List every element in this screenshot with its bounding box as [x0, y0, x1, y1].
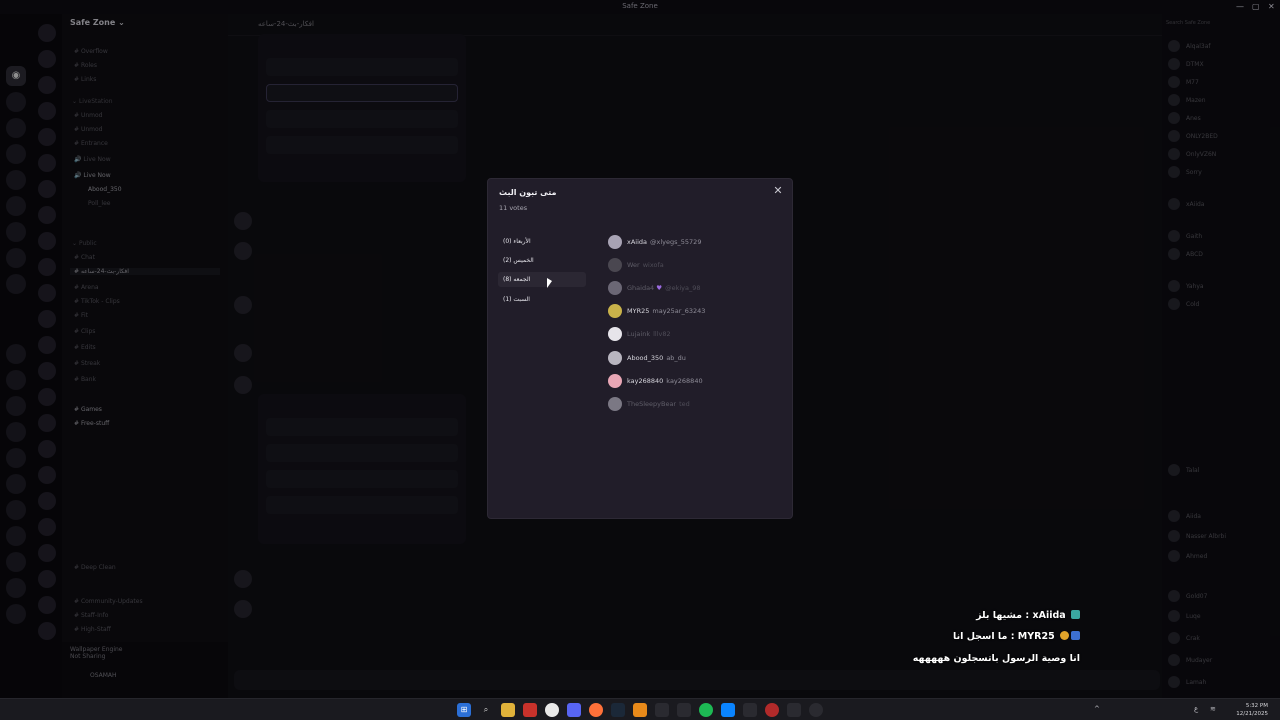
- app-icon[interactable]: [677, 703, 691, 717]
- windows-taskbar: ⊞ ⌕ ^ ع ≋ 5:32 PM 12/21/2025: [0, 698, 1280, 720]
- clock-date: 12/21/2025: [1236, 711, 1268, 717]
- voter-row[interactable]: TheSleepyBear ted: [608, 397, 788, 413]
- heart-icon: ♥: [656, 284, 663, 292]
- badge-icon: [1060, 631, 1069, 640]
- discord-icon[interactable]: [567, 703, 581, 717]
- avatar: [608, 258, 622, 272]
- mouse-cursor-icon: [547, 278, 555, 288]
- voter-name: xAiida: [627, 238, 648, 246]
- file-explorer-icon[interactable]: [501, 703, 515, 717]
- total-votes: 11 votes: [499, 204, 528, 212]
- badge-icon: [1071, 631, 1080, 640]
- voter-row[interactable]: MYR25 may25ar_63243: [608, 304, 788, 320]
- voter-row[interactable]: kay268840 kay268840: [608, 374, 788, 390]
- avatar: [608, 374, 622, 388]
- voter-username: @ekiya_98: [665, 284, 701, 292]
- badge-icon: [1071, 610, 1080, 619]
- voter-username: ab_du: [666, 354, 686, 362]
- poll-title: متى تبون البث: [499, 188, 557, 197]
- app-icon[interactable]: [523, 703, 537, 717]
- maximize-icon[interactable]: ▢: [1252, 2, 1260, 11]
- voter-name: Abood_350: [627, 354, 664, 362]
- search-icon[interactable]: ⌕: [479, 703, 493, 717]
- voter-username: may25ar_63243: [652, 307, 706, 315]
- overlay-chat-line: ما اسجل انا : MYR25: [953, 631, 1080, 642]
- voter-name: TheSleepyBear: [627, 400, 677, 408]
- voter-username: lllv82: [653, 330, 671, 338]
- taskbar-clock[interactable]: 5:32 PM 12/21/2025: [1236, 702, 1268, 718]
- start-icon[interactable]: ⊞: [457, 703, 471, 717]
- voter-row[interactable]: Wer wixofa: [608, 258, 788, 274]
- app-icon[interactable]: [633, 703, 647, 717]
- window-title: Safe Zone: [622, 2, 658, 10]
- app-icon[interactable]: [765, 703, 779, 717]
- avatar: [608, 327, 622, 341]
- app-icon[interactable]: [655, 703, 669, 717]
- voter-row[interactable]: xAiida @xlyegs_55729: [608, 235, 788, 251]
- close-icon[interactable]: ✕: [772, 185, 784, 197]
- app-icon[interactable]: [721, 703, 735, 717]
- voter-row[interactable]: Abood_350 ab_du: [608, 351, 788, 367]
- title-bar: Safe Zone — ▢ ✕: [0, 0, 1280, 14]
- firefox-icon[interactable]: [589, 703, 603, 717]
- poll-answer-tab[interactable]: الخميس (2): [498, 253, 586, 268]
- poll-voters-modal: متى تبون البث 11 votes ✕ الأربعاء (0) ال…: [487, 178, 793, 519]
- voter-username: wixofa: [642, 261, 664, 269]
- app-icon[interactable]: [809, 703, 823, 717]
- app-icon[interactable]: [743, 703, 757, 717]
- minimize-icon[interactable]: —: [1236, 2, 1244, 11]
- overlay-chat-line: انا وصية الرسول باتسجلون هههههه: [912, 653, 1080, 664]
- avatar: [608, 304, 622, 318]
- steam-icon[interactable]: [611, 703, 625, 717]
- avatar: [608, 281, 622, 295]
- chrome-icon[interactable]: [545, 703, 559, 717]
- voter-username: kay268840: [666, 377, 703, 385]
- voter-name: MYR25: [627, 307, 650, 315]
- overlay-chat-line: مشيها بلز : xAiida: [976, 610, 1080, 621]
- voter-username: ted: [679, 400, 690, 408]
- poll-answer-tab[interactable]: الأربعاء (0): [498, 234, 586, 249]
- chevron-up-icon[interactable]: ^: [1094, 705, 1100, 713]
- spotify-icon[interactable]: [699, 703, 713, 717]
- voter-row[interactable]: Ghaida4 ♥ @ekiya_98: [608, 281, 788, 297]
- language-indicator[interactable]: ع: [1194, 705, 1198, 713]
- poll-answer-tab-selected[interactable]: الجمعه (8): [498, 272, 586, 287]
- voter-name: kay268840: [627, 377, 664, 385]
- avatar: [608, 351, 622, 365]
- voter-name: Wer: [627, 261, 640, 269]
- voter-name: Ghaida4: [627, 284, 655, 292]
- voter-username: @xlyegs_55729: [650, 238, 702, 246]
- overlay-chat-text: مشيها بلز : xAiida: [976, 610, 1066, 621]
- voter-row[interactable]: Lujaink lllv82: [608, 327, 788, 343]
- avatar: [608, 397, 622, 411]
- voter-name: Lujaink: [627, 330, 651, 338]
- poll-answer-tab[interactable]: السبت (1): [498, 292, 586, 307]
- app-icon[interactable]: [787, 703, 801, 717]
- wifi-icon[interactable]: ≋: [1210, 705, 1216, 713]
- discord-app: Safe Zone — ▢ ✕ ◉ Safe Zone ⌄ # Overflow…: [0, 0, 1280, 720]
- close-window-icon[interactable]: ✕: [1268, 2, 1275, 11]
- clock-time: 5:32 PM: [1245, 703, 1268, 709]
- avatar: [608, 235, 622, 249]
- stream-chat-overlay: مشيها بلز : xAiida ما اسجل انا : MYR25 ا…: [913, 608, 1080, 670]
- overlay-chat-text: ما اسجل انا : MYR25: [953, 631, 1055, 642]
